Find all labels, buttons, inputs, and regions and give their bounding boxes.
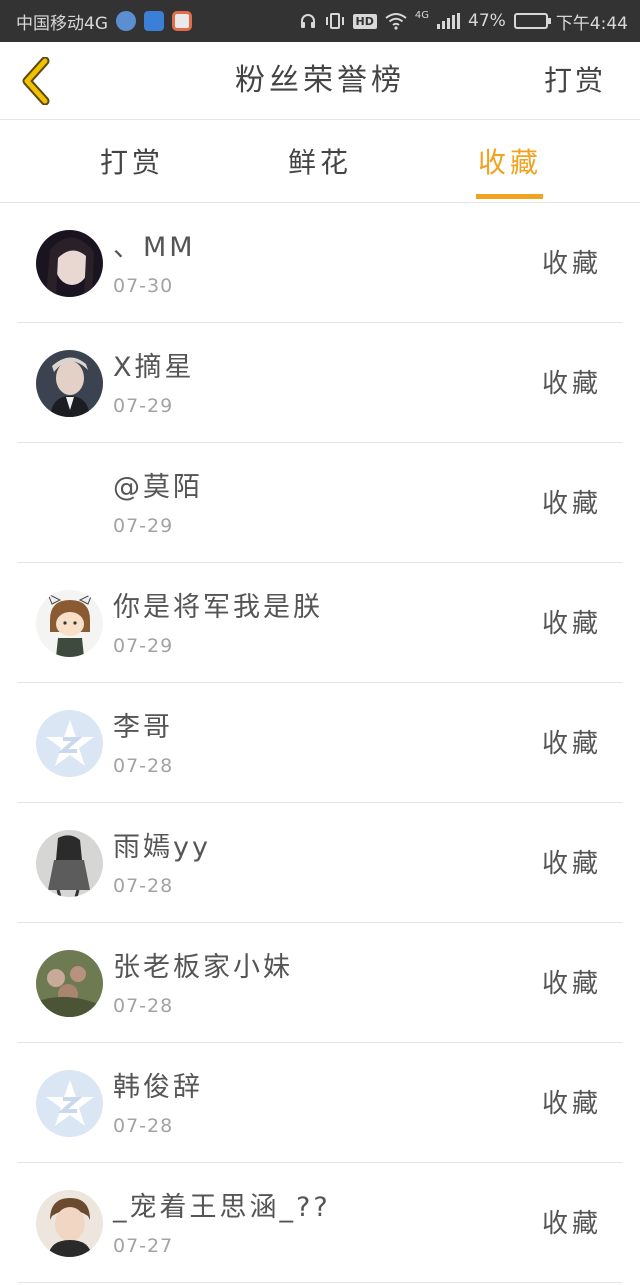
list-item[interactable]: X摘星 07-29 收藏 [18,323,622,443]
avatar [36,950,103,1017]
fan-name: _宠着王思涵_?? [113,1192,331,1223]
avatar [36,710,103,777]
fan-name: X摘星 [113,352,195,383]
headphones-icon [300,14,315,28]
tab-flowers[interactable]: 鲜花 [270,121,370,203]
reward-button[interactable]: 打赏 [544,42,606,120]
fan-date: 07-28 [113,1115,174,1137]
fan-action-label: 收藏 [541,609,602,639]
fan-date: 07-30 [113,275,174,297]
tab-bar: 打赏 鲜花 收藏 [0,121,640,203]
header-bar: 粉丝荣誉榜 打赏 [0,42,640,120]
browser-app-icon [172,11,192,31]
carrier-label: 中国移动4G [16,13,108,34]
active-tab-indicator [476,194,543,199]
avatar [36,1070,103,1137]
fan-name: 韩俊辞 [113,1072,203,1103]
list-item[interactable]: 韩俊辞 07-28 收藏 [18,1043,622,1163]
fan-name: 雨嫣yy [113,832,211,863]
status-bar: 中国移动4G HD 4G 47% 下午4:44 [0,0,640,42]
battery-icon [513,13,551,29]
wifi-icon [385,13,407,30]
default-avatar-icon [45,1079,94,1126]
avatar [36,470,103,537]
vibrate-icon [325,13,344,29]
fan-action-label: 收藏 [541,489,602,519]
fan-date: 07-28 [113,875,174,897]
fan-date: 07-28 [113,995,174,1017]
signal-icon [437,13,461,29]
default-avatar-icon [45,719,94,766]
tab-reward[interactable]: 打赏 [82,121,182,203]
tab-favorites[interactable]: 收藏 [460,121,560,203]
hd-icon: HD [352,13,377,29]
list-item[interactable]: @莫陌 07-29 收藏 [18,443,622,563]
fan-name: 张老板家小妹 [113,952,293,983]
avatar [36,230,103,297]
fan-date: 07-29 [113,515,174,537]
fan-date: 07-27 [113,1235,174,1257]
fan-action-label: 收藏 [541,369,602,399]
fan-date: 07-29 [113,635,174,657]
fan-name: 、MM [113,232,196,263]
clock: 下午4:44 [555,13,628,34]
shield-app-icon [144,11,164,31]
avatar [36,1190,103,1257]
fan-name: @莫陌 [113,472,203,503]
network-type: 4G [414,9,430,21]
fan-name: 李哥 [113,712,173,743]
fan-action-label: 收藏 [541,1089,602,1119]
fan-name: 你是将军我是朕 [113,592,323,623]
fan-date: 07-28 [113,755,174,777]
fan-action-label: 收藏 [541,729,602,759]
list-item[interactable]: _宠着王思涵_?? 07-27 收藏 [18,1163,622,1283]
avatar [36,590,103,657]
fan-list: 、MM 07-30 收藏 X摘星 07-29 收藏 @莫陌 07-29 收藏 你… [0,203,640,1283]
avatar [36,350,103,417]
list-item[interactable]: 张老板家小妹 07-28 收藏 [18,923,622,1043]
list-item[interactable]: 、MM 07-30 收藏 [18,203,622,323]
fan-date: 07-29 [113,395,174,417]
list-item[interactable]: 李哥 07-28 收藏 [18,683,622,803]
fan-action-label: 收藏 [541,969,602,999]
list-item[interactable]: 你是将军我是朕 07-29 收藏 [18,563,622,683]
battery-percent: 47% [468,11,506,31]
app-notification-icon [116,11,136,31]
fan-action-label: 收藏 [541,249,602,279]
avatar [36,830,103,897]
fan-action-label: 收藏 [541,849,602,879]
list-item[interactable]: 雨嫣yy 07-28 收藏 [18,803,622,923]
fan-action-label: 收藏 [541,1209,602,1239]
